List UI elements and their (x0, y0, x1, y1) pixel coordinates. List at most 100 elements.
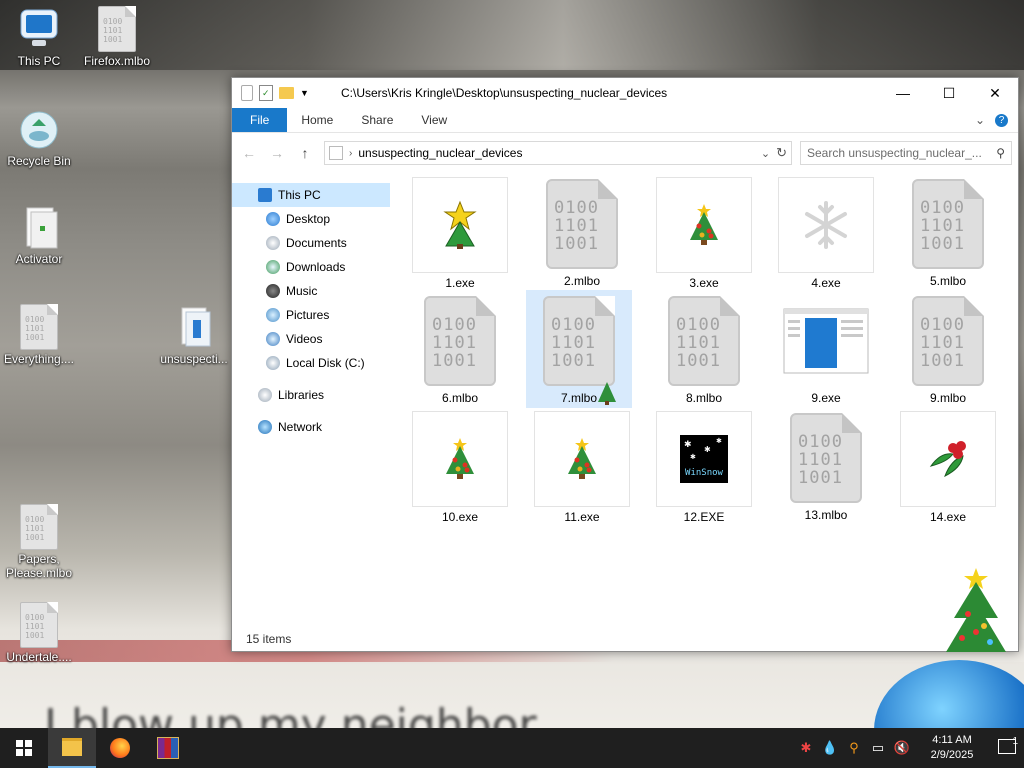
nav-item-pictures[interactable]: Pictures (232, 303, 390, 327)
maximize-button[interactable]: ☐ (926, 78, 972, 108)
chevron-down-icon[interactable]: ⌄ (761, 147, 770, 160)
file-item[interactable]: 0100 1101 1001 7.mlbo (526, 290, 632, 408)
refresh-icon[interactable]: ↻ (776, 145, 787, 161)
breadcrumb[interactable]: unsuspecting_nuclear_devices (358, 146, 755, 160)
desktop-icon-label: Activator (15, 252, 63, 266)
system-tray: ✱ 💧 ⚲ ▭ 🔇 4:11 AM 2/9/2025 1 (794, 728, 1024, 768)
pin-icon[interactable] (241, 85, 253, 101)
monitor-icon (258, 188, 272, 202)
file-item[interactable]: 1.exe (410, 177, 510, 291)
binary-file-icon: 0100 1101 1001 (657, 294, 751, 388)
chevron-down-icon[interactable]: ▼ (300, 88, 309, 98)
file-item[interactable]: 9.exe (776, 294, 876, 408)
tab-share[interactable]: Share (347, 108, 407, 132)
folder-icon (173, 304, 215, 350)
notification-center-button[interactable]: 1 (990, 736, 1024, 757)
clock-time: 4:11 AM (932, 734, 972, 746)
minimize-button[interactable]: — (880, 78, 926, 108)
nav-item-downloads[interactable]: Downloads (232, 255, 390, 279)
file-item[interactable]: 0100 1101 1001 2.mlbo (532, 177, 632, 291)
binary-file-icon: 0100 1101 1001 (18, 304, 60, 350)
clock[interactable]: 4:11 AM 2/9/2025 (914, 733, 990, 763)
file-item[interactable]: 0100 1101 1001 5.mlbo (898, 177, 998, 291)
desktop-icon-unsuspecting-folder[interactable]: unsuspecti... (155, 304, 233, 366)
file-item[interactable]: 11.exe (532, 411, 632, 525)
explorer-body: This PC Desktop Documents Downloads Musi… (232, 173, 1018, 627)
nav-item-network[interactable]: Network (232, 415, 390, 439)
archive-icon (157, 737, 179, 759)
desktop-icon-label: Undertale.... (6, 650, 72, 664)
start-button[interactable] (0, 728, 48, 768)
explorer-window: ✓ ▼ C:\Users\Kris Kringle\Desktop\unsusp… (231, 77, 1019, 652)
nav-item-documents[interactable]: Documents (232, 231, 390, 255)
file-item[interactable]: 3.exe (654, 177, 754, 291)
christmas-tree-icon (656, 177, 752, 273)
back-arrow-icon[interactable]: ← (238, 145, 260, 161)
file-item[interactable]: ✱ ✱ ✱ ✱ WinSnow 12.EXE (654, 411, 754, 525)
file-item[interactable]: 0100 1101 1001 9.mlbo (898, 294, 998, 408)
binary-file-icon: 0100 1101 1001 (901, 294, 995, 388)
nav-item-local-disk[interactable]: Local Disk (C:) (232, 351, 390, 375)
star-tree-icon (412, 177, 508, 273)
desktop-icon-papers-please[interactable]: 0100 1101 1001 Papers, Please.mlbo (0, 504, 78, 580)
desktop-icon-undertale[interactable]: 0100 1101 1001 Undertale.... (0, 602, 78, 664)
file-item[interactable]: 10.exe (410, 411, 510, 525)
taskbar-firefox-button[interactable] (96, 728, 144, 768)
binary-file-icon: 0100 1101 1001 (18, 602, 60, 648)
drop-icon[interactable]: 💧 (818, 740, 842, 756)
taskbar-winrar-button[interactable] (144, 728, 192, 768)
binary-file-icon: 0100 1101 1001 (18, 504, 60, 550)
navigation-bar: ← → ↑ › unsuspecting_nuclear_devices ⌄ ↻… (232, 133, 1018, 173)
file-item[interactable]: 0100 1101 1001 8.mlbo (654, 294, 754, 408)
properties-icon[interactable]: ✓ (259, 85, 273, 101)
search-input[interactable]: Search unsuspecting_nuclear_... ⚲ (800, 141, 1012, 165)
app-tray-icon[interactable]: ✱ (794, 740, 818, 756)
taskbar-file-explorer-button[interactable] (48, 728, 96, 768)
tab-file[interactable]: File (232, 108, 288, 132)
file-item[interactable]: 14.exe (898, 411, 998, 525)
file-item[interactable]: 4.exe (776, 177, 876, 291)
ribbon-tabs: File Home Share View ⌄ ? (232, 108, 1018, 133)
network-icon[interactable]: ▭ (866, 740, 890, 756)
volume-muted-icon[interactable]: 🔇 (890, 740, 914, 756)
documents-icon (266, 236, 280, 250)
folder-icon[interactable] (279, 87, 294, 99)
forward-arrow-icon[interactable]: → (266, 145, 288, 161)
folder-icon (329, 146, 343, 160)
holly-icon (900, 411, 996, 507)
chevron-down-icon[interactable]: ⌄ (969, 108, 991, 132)
desktop-icon-recycle-bin[interactable]: Recycle Bin (0, 106, 78, 168)
snowflake-icon (778, 177, 874, 273)
tab-home[interactable]: Home (287, 108, 347, 132)
search-placeholder: Search unsuspecting_nuclear_... (807, 146, 982, 160)
nav-item-videos[interactable]: Videos (232, 327, 390, 351)
nav-item-libraries[interactable]: Libraries (232, 383, 390, 407)
winsnow-label: WinSnow (685, 468, 723, 478)
close-button[interactable]: ✕ (972, 78, 1018, 108)
desktop-icon-everything[interactable]: 0100 1101 1001 Everything.... (0, 304, 78, 366)
network-icon (258, 420, 272, 434)
search-tray-icon[interactable]: ⚲ (842, 740, 866, 756)
help-icon[interactable]: ? (991, 108, 1018, 132)
snow-globe-widget[interactable] (868, 660, 1024, 730)
status-bar-item-count: 15 items (246, 632, 292, 646)
monitor-icon (18, 6, 60, 52)
nav-item-this-pc[interactable]: This PC (232, 183, 390, 207)
file-item[interactable]: 0100 1101 1001 13.mlbo (776, 411, 876, 525)
window-title: C:\Users\Kris Kringle\Desktop\unsuspecti… (341, 86, 668, 100)
nav-item-music[interactable]: Music (232, 279, 390, 303)
clock-date: 2/9/2025 (930, 749, 974, 761)
tab-view[interactable]: View (407, 108, 461, 132)
windows-logo-icon (16, 740, 32, 756)
desktop-icon-activator[interactable]: Activator (0, 204, 78, 266)
desktop-icon-firefox-mlbo[interactable]: 0100 1101 1001 Firefox.mlbo (78, 6, 156, 68)
file-item[interactable]: 0100 1101 1001 6.mlbo (410, 294, 510, 408)
desktop-icon-label: This PC (17, 54, 61, 68)
binary-file-icon: 0100 1101 1001 (901, 177, 995, 271)
nav-item-desktop[interactable]: Desktop (232, 207, 390, 231)
desktop-icon-this-pc[interactable]: This PC (0, 6, 78, 68)
up-arrow-icon[interactable]: ↑ (294, 145, 316, 161)
address-bar[interactable]: › unsuspecting_nuclear_devices ⌄ ↻ (324, 141, 792, 165)
taskbar: ✱ 💧 ⚲ ▭ 🔇 4:11 AM 2/9/2025 1 (0, 728, 1024, 768)
desktop-icon-label: unsuspecti... (160, 352, 228, 366)
